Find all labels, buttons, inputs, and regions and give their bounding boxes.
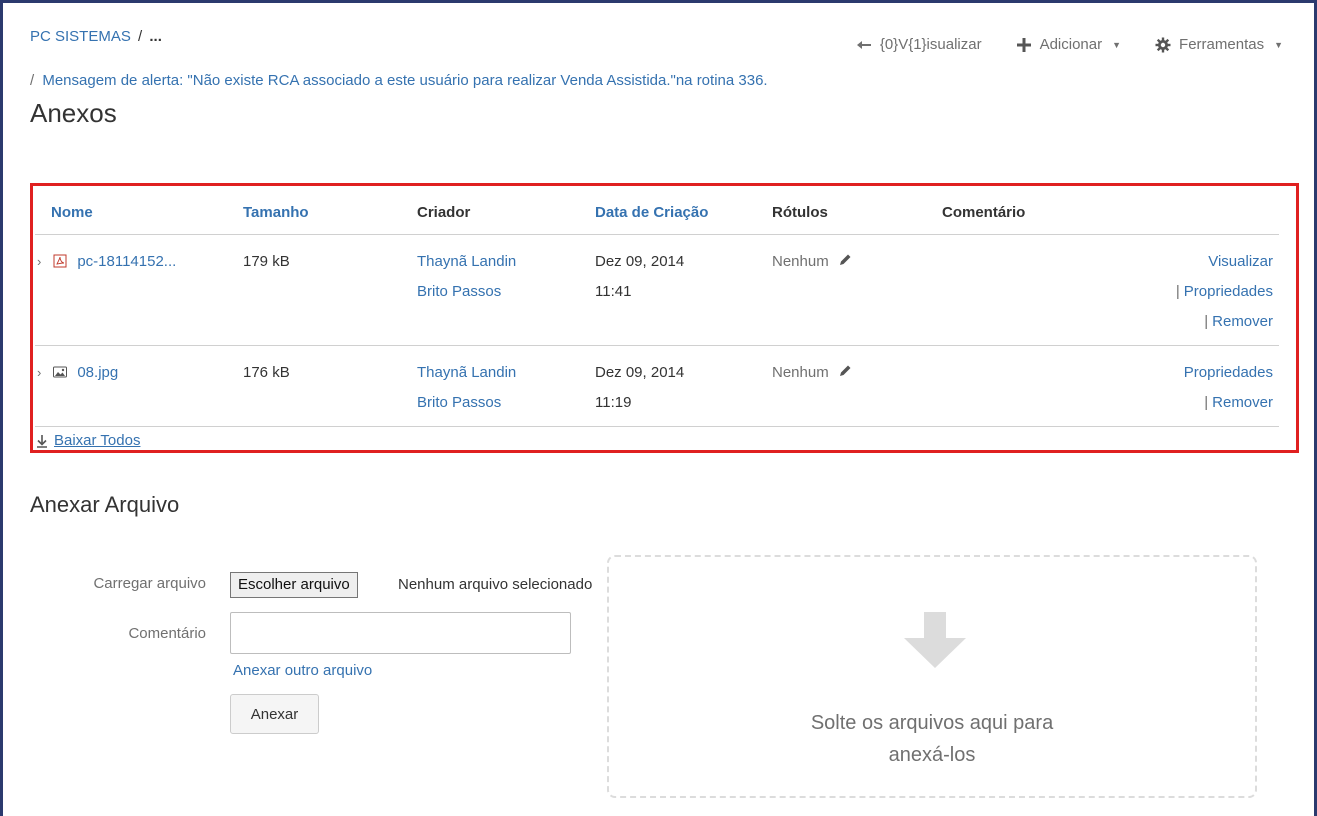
column-header-creator: Criador — [401, 190, 579, 235]
file-actions: Visualizar | Propriedades | Remover — [1126, 234, 1279, 346]
attach-file-title: Anexar Arquivo — [30, 492, 180, 517]
download-all-label: Baixar Todos — [54, 432, 141, 449]
file-date-value: Dez 09, 2014 — [595, 252, 685, 270]
creator-link-first[interactable]: Thaynã Landin — [417, 247, 573, 277]
edit-pencil-icon[interactable] — [837, 252, 853, 268]
attachments-highlight-box: Nome Tamanho Criador Data de Criação Rót… — [30, 183, 1299, 453]
column-header-name[interactable]: Nome — [35, 190, 227, 235]
labels-value: Nenhum — [772, 252, 829, 270]
remove-link[interactable]: Remover — [1212, 313, 1273, 330]
action-separator: | — [1175, 282, 1180, 300]
file-name-link[interactable]: 08.jpg — [77, 364, 118, 381]
view-button-label: {0}V{1}isualizar — [879, 36, 982, 53]
view-file-link[interactable]: Visualizar — [1142, 247, 1273, 277]
properties-link[interactable]: Propriedades — [1184, 364, 1273, 381]
column-header-size[interactable]: Tamanho — [227, 190, 401, 235]
breadcrumb: PC SISTEMAS / ... — [30, 28, 162, 45]
file-comment — [926, 234, 1126, 346]
tools-menu-button[interactable]: Ferramentas ▼ — [1155, 36, 1283, 53]
attach-button[interactable]: Anexar — [230, 694, 319, 734]
creator-link-first[interactable]: Thaynã Landin — [417, 358, 573, 388]
table-row: › pc-18114152... 179 kB Thaynã Landin Br… — [35, 234, 1279, 346]
action-separator: | — [1204, 312, 1209, 330]
back-arrow-icon — [856, 40, 871, 49]
action-separator: | — [1204, 393, 1209, 411]
page-title: Anexos — [30, 98, 117, 128]
file-dropzone[interactable]: Solte os arquivos aqui para anexá-los — [607, 555, 1257, 798]
plus-icon — [1016, 37, 1031, 52]
breadcrumb-root-link[interactable]: PC SISTEMAS — [30, 28, 131, 45]
file-date: Dez 09, 2014 11:19 — [579, 345, 756, 427]
file-name-cell: › 08.jpg — [35, 345, 227, 427]
edit-pencil-icon[interactable] — [837, 363, 853, 379]
file-size: 176 kB — [227, 345, 401, 427]
expand-row-icon[interactable]: › — [37, 247, 47, 277]
comment-label: Comentário — [128, 625, 206, 642]
download-all-link[interactable]: Baixar Todos — [36, 432, 140, 449]
breadcrumb-separator: / — [138, 28, 143, 45]
breadcrumb-ellipsis[interactable]: ... — [149, 28, 162, 45]
page-toolbar: {0}V{1}isualizar Adicionar ▼ Ferramentas… — [856, 36, 1283, 53]
upload-file-label: Carregar arquivo — [93, 575, 206, 592]
tools-menu-label: Ferramentas — [1179, 36, 1265, 53]
file-comment — [926, 345, 1126, 427]
file-selection-status: Nenhum arquivo selecionado — [398, 576, 593, 593]
properties-link[interactable]: Propriedades — [1184, 283, 1273, 300]
file-time-value: 11:41 — [595, 282, 632, 300]
table-header-row: Nome Tamanho Criador Data de Criação Rót… — [35, 190, 1279, 235]
creator-link-last[interactable]: Brito Passos — [417, 277, 573, 307]
file-date-value: Dez 09, 2014 — [595, 363, 685, 381]
view-button[interactable]: {0}V{1}isualizar — [856, 36, 982, 53]
choose-file-button[interactable]: Escolher arquivo — [230, 572, 358, 598]
file-creator: Thaynã Landin Brito Passos — [401, 345, 579, 427]
file-labels: Nenhum — [756, 234, 926, 346]
labels-value: Nenhum — [772, 363, 829, 381]
comment-field[interactable] — [230, 612, 571, 654]
table-row: › 08.jpg 176 kB Thaynã Landin Brito Pass… — [35, 345, 1279, 427]
column-header-actions — [1126, 190, 1279, 235]
drop-arrow-icon — [904, 612, 966, 668]
creator-link-last[interactable]: Brito Passos — [417, 388, 573, 418]
file-name-cell: › pc-18114152... — [35, 234, 227, 346]
pdf-icon — [53, 254, 67, 267]
expand-row-icon[interactable]: › — [37, 358, 47, 388]
add-menu-label: Adicionar — [1039, 36, 1103, 53]
attachments-table: Nome Tamanho Criador Data de Criação Rót… — [35, 190, 1279, 427]
file-name-link[interactable]: pc-18114152... — [77, 253, 176, 270]
file-time-value: 11:19 — [595, 393, 632, 411]
dropzone-text: Solte os arquivos aqui para anexá-los — [609, 707, 1255, 771]
file-creator: Thaynã Landin Brito Passos — [401, 234, 579, 346]
file-labels: Nenhum — [756, 345, 926, 427]
file-size: 179 kB — [227, 234, 401, 346]
column-header-date[interactable]: Data de Criação — [579, 190, 756, 235]
dropzone-text-line-1: Solte os arquivos aqui para — [810, 712, 1054, 734]
dropzone-text-line-2: anexá-los — [888, 744, 976, 766]
file-actions: Propriedades | Remover — [1126, 345, 1279, 427]
breadcrumb-current: / Mensagem de alerta: "Não existe RCA as… — [30, 72, 768, 89]
column-header-comment: Comentário — [926, 190, 1126, 235]
remove-link[interactable]: Remover — [1212, 394, 1273, 411]
chevron-down-icon: ▼ — [1112, 39, 1122, 50]
download-arrow-icon — [37, 434, 47, 448]
column-header-labels: Rótulos — [756, 190, 926, 235]
file-date: Dez 09, 2014 11:41 — [579, 234, 756, 346]
chevron-down-icon: ▼ — [1274, 39, 1283, 50]
add-menu-button[interactable]: Adicionar ▼ — [1016, 36, 1121, 53]
breadcrumb-current-separator: / — [30, 72, 35, 89]
attach-another-file-link[interactable]: Anexar outro arquivo — [233, 662, 372, 679]
gear-icon — [1155, 37, 1171, 52]
image-icon — [53, 366, 68, 377]
breadcrumb-current-page-link[interactable]: Mensagem de alerta: "Não existe RCA asso… — [42, 72, 767, 89]
